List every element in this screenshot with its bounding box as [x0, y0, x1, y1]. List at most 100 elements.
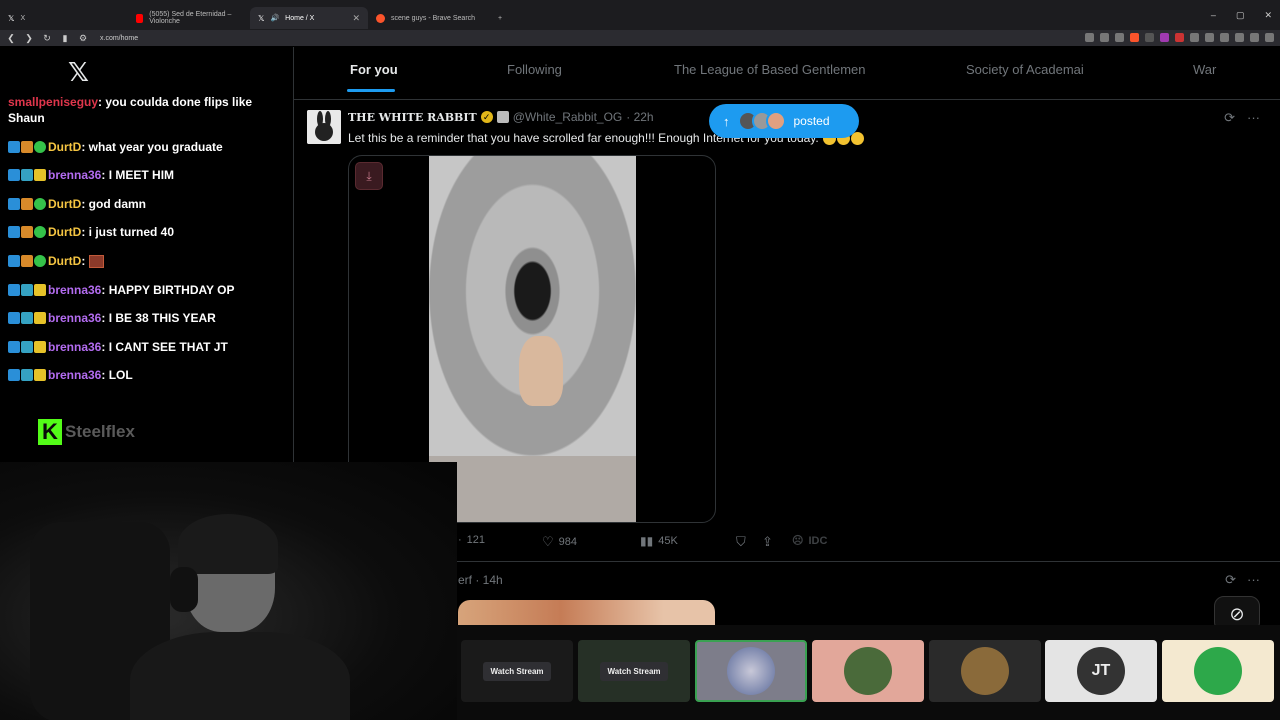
- extension-icon[interactable]: [1145, 33, 1154, 42]
- tab-label: X: [20, 14, 26, 22]
- idc-extension[interactable]: ☹ IDC: [792, 534, 828, 548]
- close-window-icon[interactable]: ✕: [1264, 10, 1272, 21]
- browser-tab[interactable]: (5055) Sed de Eternidad – Violonche: [128, 7, 250, 29]
- new-tab-button[interactable]: +: [490, 7, 510, 29]
- share-button[interactable]: ⇪: [762, 534, 773, 550]
- stream-thumbnail-selected[interactable]: [695, 640, 807, 702]
- chat-badges: [8, 341, 46, 353]
- stream-thumbnail[interactable]: Watch Stream: [461, 640, 573, 702]
- watch-stream-button[interactable]: Watch Stream: [483, 661, 551, 681]
- tab-league-of-based-gentlemen[interactable]: The League of Based Gentlemen: [674, 62, 866, 77]
- address-bar: ❮ ❯ ↻ ▮ ⚙ x.com/home: [0, 30, 1280, 46]
- minimize-icon[interactable]: –: [1211, 10, 1216, 21]
- stream-chat: 𝕏 smallpeniseguy : you coulda done flips…: [0, 47, 293, 462]
- url-field[interactable]: x.com/home: [100, 35, 138, 42]
- tweet-author-name[interactable]: THE WHITE RABBIT: [348, 111, 477, 124]
- grok-icon[interactable]: ⟳: [1224, 110, 1235, 126]
- bookmark-icon: ⛉: [736, 534, 746, 549]
- stream-thumbnail[interactable]: JT: [1045, 640, 1157, 702]
- tweet-header: THE WHITE RABBIT ✓ @White_Rabbit_OG · 22…: [348, 110, 654, 124]
- menu-icon[interactable]: [1265, 33, 1274, 42]
- tweet-header[interactable]: erf · 14h: [458, 573, 503, 587]
- stream-thumbnail[interactable]: Watch Stream: [578, 640, 690, 702]
- extension-icon[interactable]: [1175, 33, 1184, 42]
- webcam-overlay: [0, 462, 457, 720]
- zoom-icon[interactable]: [1100, 33, 1109, 42]
- tweet-time[interactable]: · 22h: [626, 110, 653, 124]
- stream-thumbnail[interactable]: [1162, 640, 1274, 702]
- bookmark-button[interactable]: ⛉: [736, 534, 746, 550]
- chat-badges: [8, 198, 46, 210]
- extension-icon[interactable]: [1160, 33, 1169, 42]
- chat-badges: [8, 369, 46, 381]
- affiliate-label-icon: [496, 111, 509, 123]
- chat-text: Shaun: [8, 111, 45, 125]
- channel-avatar: JT: [1077, 647, 1125, 695]
- tab-for-you[interactable]: For you: [350, 62, 398, 77]
- stream-thumbnail[interactable]: [812, 640, 924, 702]
- new-tab-label: +: [498, 14, 503, 22]
- bookmark-icon[interactable]: ▮: [58, 33, 72, 44]
- browser-tab[interactable]: 𝕏 X: [0, 7, 128, 29]
- share-icon[interactable]: [1115, 33, 1124, 42]
- stream-thumbnail-bar: Watch Stream Watch Stream JT: [457, 625, 1280, 720]
- chat-text: : I BE 38 THIS YEAR: [101, 311, 216, 325]
- extension-icon[interactable]: [1235, 33, 1244, 42]
- x-favicon-icon: 𝕏: [8, 13, 15, 23]
- reload-icon[interactable]: ↻: [40, 33, 54, 44]
- like-count: 984: [558, 536, 578, 548]
- tab-label: (5055) Sed de Eternidad – Violonche: [149, 11, 232, 25]
- channel-avatar: [961, 647, 1009, 695]
- sidebar-icon[interactable]: [1250, 33, 1259, 42]
- tab-following[interactable]: Following: [507, 62, 562, 77]
- chat-message: brenna36 : I CANT SEE THAT JT: [8, 340, 228, 354]
- extension-icon[interactable]: [1220, 33, 1229, 42]
- browser-tab-active[interactable]: 𝕏 🔊 Home / X ✕: [250, 7, 368, 29]
- view-count: 45K: [658, 535, 678, 547]
- like-button[interactable]: ♡ 984: [542, 534, 577, 550]
- chat-badges: [8, 312, 46, 324]
- new-posts-pill[interactable]: ↑ posted: [709, 104, 859, 138]
- streamer-name: Steelflex: [65, 422, 135, 441]
- views-button[interactable]: ▮▮ 45K: [640, 534, 678, 548]
- grok-icon[interactable]: ⟳: [1225, 572, 1236, 588]
- chat-text: : LOL: [101, 368, 133, 382]
- idc-label: IDC: [808, 534, 828, 547]
- chat-message: Shaun: [8, 111, 45, 125]
- tweet-author-handle[interactable]: @White_Rabbit_OG: [513, 110, 623, 124]
- chat-username: brenna36: [48, 340, 102, 354]
- avatar[interactable]: [307, 110, 341, 144]
- verified-badge-icon: ✓: [480, 111, 493, 123]
- maximize-icon[interactable]: ▢: [1236, 10, 1245, 21]
- back-icon[interactable]: ❮: [4, 33, 18, 44]
- close-tab-icon[interactable]: ✕: [352, 13, 360, 24]
- x-logo-icon[interactable]: 𝕏: [68, 58, 89, 88]
- more-options-icon[interactable]: ···: [1247, 110, 1260, 126]
- avatar: [765, 111, 786, 131]
- heart-icon: ♡: [542, 534, 554, 549]
- chat-badges: [8, 226, 46, 238]
- stream-thumbnail[interactable]: [929, 640, 1041, 702]
- browser-tab[interactable]: scene guys - Brave Search: [368, 7, 490, 29]
- kick-watermark: K Steelflex: [38, 419, 135, 445]
- extension-icon[interactable]: [1085, 33, 1094, 42]
- forward-icon[interactable]: ❯: [22, 33, 36, 44]
- active-tab-indicator: [347, 89, 395, 92]
- brave-favicon-icon: [376, 13, 385, 23]
- site-info-icon[interactable]: ⚙: [76, 33, 90, 44]
- more-options-icon[interactable]: ···: [1247, 572, 1260, 587]
- tab-war[interactable]: War: [1193, 62, 1216, 77]
- emote-icon: [89, 254, 105, 268]
- tab-society-of-academai[interactable]: Society of Academai: [966, 62, 1084, 77]
- analytics-icon: ▮▮: [640, 534, 654, 548]
- chat-message: brenna36 : LOL: [8, 368, 133, 382]
- chat-message: brenna36 : I MEET HIM: [8, 168, 174, 182]
- video-subject: [519, 336, 563, 406]
- brave-shields-icon[interactable]: [1130, 33, 1139, 42]
- watch-stream-button[interactable]: Watch Stream: [600, 661, 668, 681]
- extension-icon[interactable]: [1205, 33, 1214, 42]
- reply-count[interactable]: · 121: [458, 534, 485, 546]
- download-icon[interactable]: ⤓: [355, 162, 383, 190]
- beanie: [178, 514, 278, 574]
- extension-icon[interactable]: [1190, 33, 1199, 42]
